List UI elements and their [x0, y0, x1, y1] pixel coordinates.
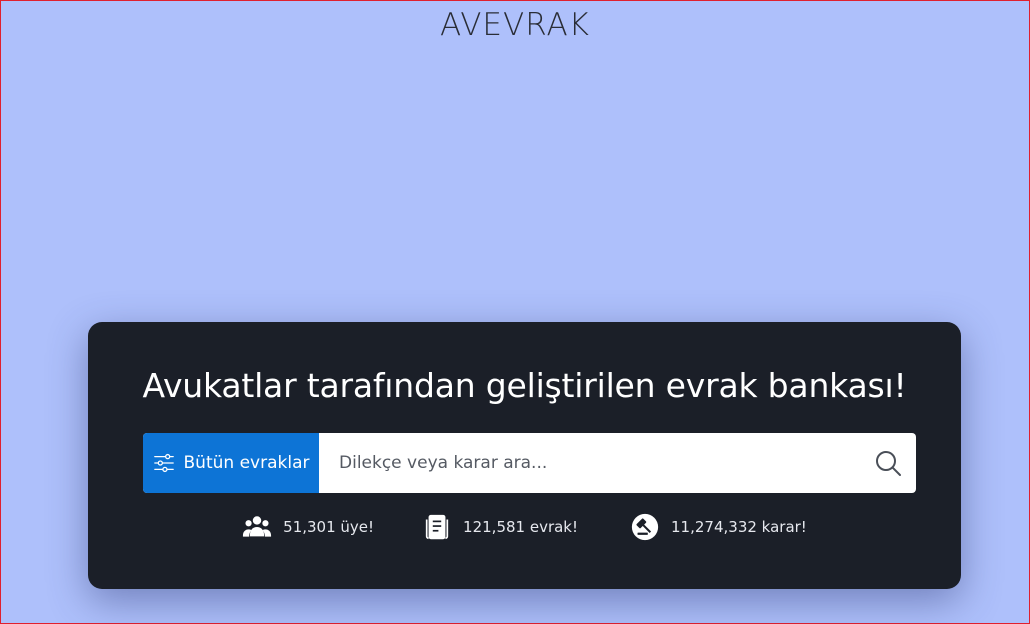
- hero-title: Avukatlar tarafından geliştirilen evrak …: [142, 366, 907, 405]
- search-submit-button[interactable]: [860, 433, 916, 493]
- stat-decisions-text: 11,274,332 karar!: [671, 518, 807, 536]
- search-input[interactable]: [319, 433, 860, 493]
- category-dropdown-button[interactable]: Bütün evraklar: [143, 433, 319, 493]
- gavel-icon: [631, 513, 659, 541]
- document-icon: [425, 514, 449, 540]
- stat-decisions: 11,274,332 karar!: [630, 512, 807, 542]
- stats-row: 51,301 üye! 121,581 evrak! 11,274,332 ka…: [88, 512, 961, 542]
- stat-members-text: 51,301 üye!: [283, 518, 375, 536]
- search-bar: Bütün evraklar: [143, 433, 916, 493]
- hero-card: Avukatlar tarafından geliştirilen evrak …: [88, 322, 961, 589]
- stat-documents-text: 121,581 evrak!: [463, 518, 579, 536]
- stat-documents: 121,581 evrak!: [422, 512, 578, 542]
- users-icon: [243, 516, 272, 537]
- category-label: Bütün evraklar: [183, 453, 310, 473]
- stat-members: 51,301 üye!: [242, 512, 374, 542]
- sliders-icon: [153, 453, 174, 473]
- search-icon: [876, 451, 901, 476]
- site-logo[interactable]: AVEVRAK: [1, 7, 1029, 43]
